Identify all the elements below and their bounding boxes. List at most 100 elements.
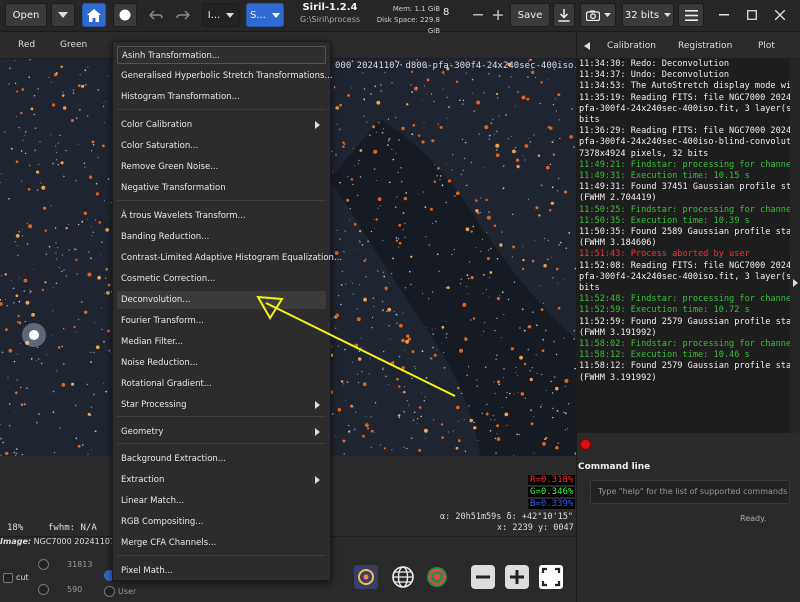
menu-item-label: Color Calibration: [121, 120, 193, 130]
menu-item[interactable]: Median Filter...: [117, 333, 326, 351]
annotate-button[interactable]: [352, 563, 380, 591]
thread-increase-button[interactable]: [488, 3, 508, 27]
menu-item[interactable]: Geometry: [117, 423, 326, 441]
menu-item[interactable]: Noise Reduction...: [117, 354, 326, 372]
tab-plot[interactable]: Plot: [758, 41, 775, 51]
maximize-button[interactable]: [740, 3, 764, 27]
radio-lo[interactable]: [38, 584, 49, 595]
chevron-down-icon: [603, 13, 611, 17]
log-line: bits: [579, 115, 600, 126]
submenu-arrow-icon: [315, 401, 320, 409]
close-window-button[interactable]: [768, 3, 792, 27]
wcs-grid-button[interactable]: [389, 563, 417, 591]
menu-item[interactable]: Deconvolution...: [117, 291, 326, 309]
menu-item[interactable]: Color Calibration: [117, 116, 326, 134]
menu-item[interactable]: Background Extraction...: [117, 450, 326, 468]
stop-button[interactable]: [580, 439, 591, 450]
radio-user[interactable]: [104, 586, 115, 597]
recent-dropdown-button[interactable]: [51, 3, 75, 27]
zoom-fit-button[interactable]: [537, 563, 565, 591]
home-icon: [87, 8, 101, 22]
snapshot-button[interactable]: [580, 3, 616, 27]
main-menu-button[interactable]: [678, 3, 704, 27]
chevron-left-icon[interactable]: [584, 42, 590, 50]
menu-item[interactable]: Pixel Math...: [117, 562, 326, 580]
home-button[interactable]: [82, 3, 106, 27]
user-label: User: [118, 587, 137, 596]
command-input[interactable]: Type "help" for the list of supported co…: [590, 480, 790, 504]
save-button[interactable]: Save: [510, 3, 550, 27]
tab-green[interactable]: Green: [60, 40, 87, 50]
menu-item[interactable]: Cosmetic Correction...: [117, 270, 326, 288]
menu-item[interactable]: Histogram Transformation...: [117, 88, 326, 106]
menu-item-label: Star Processing: [121, 400, 187, 410]
menu-item[interactable]: Merge CFA Channels...: [117, 534, 326, 552]
submenu-arrow-icon: [315, 121, 320, 129]
g-value: G=0.346%: [528, 487, 576, 497]
hi-value[interactable]: 31813: [67, 560, 92, 569]
undo-button[interactable]: [145, 3, 167, 27]
app-path: G:\Siril\process: [299, 15, 361, 24]
menu-item[interactable]: Banding Reduction...: [117, 228, 326, 246]
menu-item-label: Background Extraction...: [121, 454, 226, 464]
menu-separator: [117, 416, 326, 417]
menu-item[interactable]: Remove Green Noise...: [117, 158, 326, 176]
menu-item[interactable]: Negative Transformation: [117, 179, 326, 197]
minimize-button[interactable]: [712, 3, 736, 27]
r-value: R=0.318%: [528, 475, 576, 485]
menu-item[interactable]: Linear Match...: [117, 492, 326, 510]
tab-red[interactable]: Red: [18, 40, 35, 50]
lo-value[interactable]: 590: [67, 585, 82, 594]
log-line: 11:34:37: Undo: Deconvolution: [579, 70, 730, 81]
zoom-out-button[interactable]: [469, 563, 497, 591]
tab-registration[interactable]: Registration: [678, 41, 732, 51]
menu-item[interactable]: Contrast-Limited Adaptive Histogram Equa…: [117, 249, 342, 267]
chevron-down-icon: [271, 12, 280, 18]
scripts-menu-button[interactable]: I...: [202, 3, 240, 27]
open-button[interactable]: Open: [5, 3, 47, 27]
bit-depth-button[interactable]: 32 bits: [622, 3, 674, 27]
menu-separator: [117, 109, 326, 110]
menu-item-label: À trous Wavelets Transform...: [121, 211, 246, 221]
radec-readout: α: 20h51m59s δ: +42°10'15": [440, 512, 574, 522]
app-title: Siril-1.2.4: [302, 2, 358, 13]
menu-item[interactable]: Asinh Transformation...: [117, 46, 326, 64]
target-button[interactable]: [423, 563, 451, 591]
menu-item-label: RGB Compositing...: [121, 517, 204, 527]
menu-item[interactable]: À trous Wavelets Transform...: [117, 207, 326, 225]
menu-item-label: Remove Green Noise...: [121, 162, 219, 172]
tab-calibration[interactable]: Calibration: [607, 41, 656, 51]
zoom-percent: 18%: [7, 523, 24, 533]
command-line-label: Command line: [578, 462, 651, 472]
log-line: 11:58:12: Execution time: 10.46 s: [579, 350, 750, 361]
menu-item[interactable]: Extraction: [117, 471, 326, 489]
plus-icon: [493, 10, 503, 20]
menu-item[interactable]: Star Processing: [117, 396, 326, 414]
redo-button[interactable]: [172, 3, 194, 27]
redo-icon: [176, 10, 190, 20]
log-line: 11:51:43: Process aborted by user: [579, 249, 750, 260]
zoom-in-button[interactable]: [503, 563, 531, 591]
thread-count-value[interactable]: 8: [443, 7, 449, 18]
scripts-label: I...: [207, 9, 221, 21]
submenu-arrow-icon: [315, 476, 320, 484]
radio-hi[interactable]: [38, 559, 49, 570]
save-label: Save: [517, 9, 543, 21]
menu-item[interactable]: Rotational Gradient...: [117, 375, 326, 393]
download-icon: [558, 8, 570, 22]
menu-item[interactable]: Generalised Hyperbolic Stretch Transform…: [117, 67, 333, 85]
menu-item[interactable]: RGB Compositing...: [117, 513, 326, 531]
menu-item[interactable]: Fourier Transform...: [117, 312, 326, 330]
log-line: pfa-300f4-24x240sec-400iso.fit, 3 layer(…: [579, 271, 790, 282]
menu-item-label: Linear Match...: [121, 496, 185, 506]
menu-item-label: Noise Reduction...: [121, 358, 198, 368]
cut-checkbox[interactable]: [3, 573, 13, 583]
stack-menu-button[interactable]: S...: [246, 3, 284, 27]
thread-decrease-button[interactable]: [468, 3, 488, 27]
save-as-button[interactable]: [553, 3, 575, 27]
menu-item[interactable]: Color Saturation...: [117, 137, 326, 155]
log-line: 11:50:25: Findstar: processing for chann…: [579, 204, 790, 215]
livestack-button[interactable]: [113, 3, 137, 27]
log-line: 11:50:35: Execution time: 10.39 s: [579, 215, 750, 226]
console-scrollbar[interactable]: [790, 59, 800, 433]
